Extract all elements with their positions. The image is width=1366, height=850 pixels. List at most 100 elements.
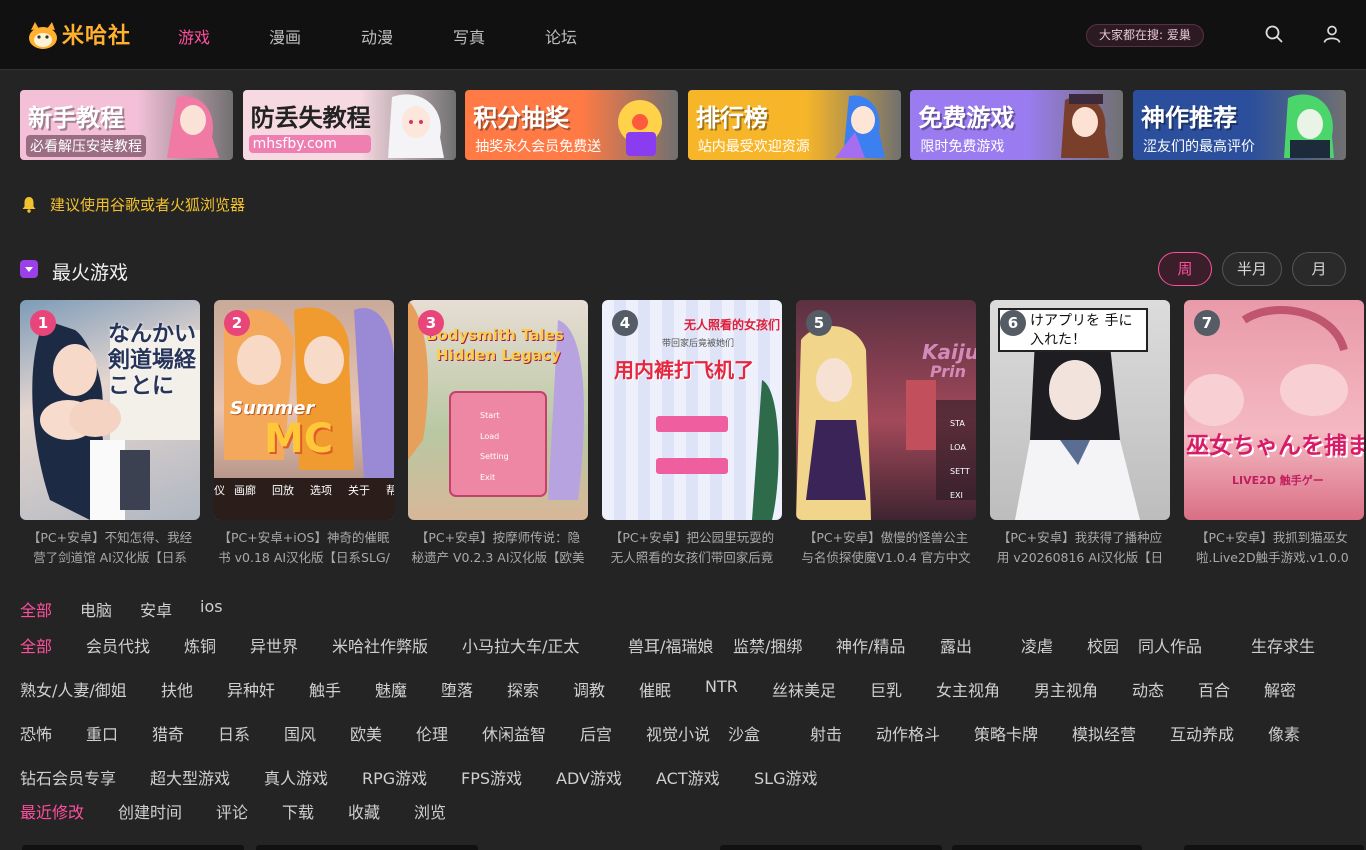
sort-option[interactable]: 创建时间 — [118, 799, 182, 823]
nav-photos[interactable]: 写真 — [453, 24, 485, 48]
banner-masterpieces[interactable]: 神作推荐 涩友们的最高评价 — [1133, 90, 1346, 160]
banner-tutorial[interactable]: 新手教程 必看解压安装教程 — [20, 90, 233, 160]
period-week-button[interactable]: 周 — [1158, 252, 1212, 286]
banner-lottery[interactable]: 积分抽奖 抽奖永久会员免费送 — [465, 90, 679, 160]
category-filter-item[interactable]: 恐怖 — [20, 721, 52, 745]
category-filter-item[interactable]: 钻石会员专享 — [20, 765, 116, 789]
game-thumbnail[interactable]: Kaiju Prin STA LOA SETT EXI 5 — [796, 300, 976, 520]
category-filter-item[interactable]: 国风 — [284, 721, 316, 745]
category-filter-item[interactable]: 超大型游戏 — [150, 765, 230, 789]
category-filter-item[interactable]: 沙盒 — [728, 721, 760, 745]
category-filter-item[interactable]: 兽耳/福瑞娘 — [628, 633, 713, 657]
category-filter-item[interactable]: ADV游戏 — [556, 765, 622, 789]
category-filter-item[interactable]: 动态 — [1132, 677, 1164, 701]
category-filter-item[interactable]: 扶他 — [161, 677, 193, 701]
game-thumbnail[interactable]: けアプリを 手に入れた！ 6 — [990, 300, 1170, 520]
category-filter-item[interactable]: 露出 — [940, 633, 972, 657]
game-title[interactable]: 【PC+安卓】不知怎得、我经 营了剑道馆 AI汉化版【日系 — [20, 528, 200, 570]
game-title[interactable]: 【PC+安卓】按摩师传说：隐 秘遗产 V0.2.3 AI汉化版【欧美 — [408, 528, 588, 570]
category-filter-item[interactable]: 校园 — [1087, 633, 1119, 657]
sort-option[interactable]: 收藏 — [348, 799, 380, 823]
hot-search-pill[interactable]: 大家都在搜: 爱巢 — [1086, 24, 1204, 47]
category-filter-item[interactable]: 像素 — [1268, 721, 1300, 745]
category-filter-item[interactable]: SLG游戏 — [754, 765, 817, 789]
category-filter-item[interactable]: 互动养成 — [1170, 721, 1234, 745]
category-filter-item[interactable]: 会员代找 — [86, 633, 150, 657]
game-thumbnail[interactable]: Bodysmith Tales Hidden Legacy Start Load S… — [408, 300, 588, 520]
category-filter-item[interactable]: 后宫 — [580, 721, 612, 745]
user-icon[interactable] — [1322, 24, 1342, 44]
sort-option[interactable]: 最近修改 — [20, 799, 84, 823]
category-filter-item[interactable]: 百合 — [1198, 677, 1230, 701]
game-thumbnail[interactable]: なんかい剣道場経ことに 1 — [20, 300, 200, 520]
category-filter-item[interactable]: 休闲益智 — [482, 721, 546, 745]
platform-filter-item[interactable]: 全部 — [20, 597, 52, 621]
category-filter-item[interactable]: 重口 — [86, 721, 118, 745]
category-filter-item[interactable]: 触手 — [309, 677, 341, 701]
category-filter-item[interactable]: 视觉小说 — [646, 721, 710, 745]
category-filter-item[interactable]: 调教 — [573, 677, 605, 701]
game-thumbnail[interactable]: 无人照看的女孩们 带回家后竟被她们 用内裤打飞机了 4 — [602, 300, 782, 520]
category-filter-item[interactable]: 探索 — [507, 677, 539, 701]
category-filter-item[interactable]: 魅魔 — [375, 677, 407, 701]
sort-option[interactable]: 下载 — [282, 799, 314, 823]
banner-backup-guide[interactable]: 防丢失教程 mhsfby.com — [242, 90, 456, 160]
game-title[interactable]: 【PC+安卓】我获得了播种应用 v20260816 AI汉化版【日 — [990, 528, 1170, 570]
category-filter-item[interactable]: 动作格斗 — [876, 721, 940, 745]
nav-comics[interactable]: 漫画 — [269, 24, 301, 48]
category-filter-item[interactable]: 米哈社作弊版 — [332, 633, 428, 657]
category-filter-item[interactable]: 真人游戏 — [264, 765, 328, 789]
category-filter-item[interactable]: 丝袜美足 — [772, 677, 836, 701]
category-filter-item[interactable]: RPG游戏 — [362, 765, 427, 789]
category-filter-item[interactable]: 生存求生 — [1251, 633, 1315, 657]
game-title[interactable]: 【PC+安卓+iOS】神奇的催眠书 v0.18 AI汉化版【日系SLG/ — [214, 528, 394, 570]
category-filter-item[interactable]: 同人作品 — [1138, 633, 1202, 657]
category-filter-item[interactable]: 熟女/人妻/御姐 — [20, 677, 127, 701]
game-thumbnail[interactable]: 巫女ちゃんを捕ま LIVE2D 触手ゲー 7 — [1184, 300, 1364, 520]
category-filter-item[interactable]: 催眠 — [639, 677, 671, 701]
game-thumbnail[interactable]: Summer MC 仪 画廊 回放 选项 关于 帮 2 — [214, 300, 394, 520]
nav-forum[interactable]: 论坛 — [545, 24, 577, 48]
category-filter-item[interactable]: 策略卡牌 — [974, 721, 1038, 745]
category-filter-item[interactable]: 凌虐 — [1021, 633, 1053, 657]
platform-filter-item[interactable]: ios — [200, 597, 223, 616]
site-logo[interactable]: 米哈社 — [26, 16, 136, 54]
banner-free-games[interactable]: 免费游戏 限时免费游戏 — [910, 90, 1124, 160]
category-filter-item[interactable]: 炼铜 — [184, 633, 216, 657]
category-filter-item[interactable]: 异世界 — [250, 633, 298, 657]
rank-badge: 3 — [418, 310, 444, 336]
nav-anime[interactable]: 动漫 — [361, 24, 393, 48]
search-icon[interactable] — [1264, 24, 1284, 44]
period-month-button[interactable]: 月 — [1292, 252, 1346, 286]
platform-filter-item[interactable]: 安卓 — [140, 597, 172, 621]
category-filter-item[interactable]: 解密 — [1264, 677, 1296, 701]
category-filter-item[interactable]: 射击 — [810, 721, 842, 745]
game-title[interactable]: 【PC+安卓】我抓到猫巫女 啦.Live2D触手游戏.v1.0.0 — [1184, 528, 1366, 570]
game-title[interactable]: 【PC+安卓】把公园里玩耍的 无人照看的女孩们带回家后竟 — [602, 528, 782, 570]
category-filter-item[interactable]: 欧美 — [350, 721, 382, 745]
category-filter-item[interactable]: 伦理 — [416, 721, 448, 745]
period-halfmonth-button[interactable]: 半月 — [1222, 252, 1282, 286]
sort-option[interactable]: 评论 — [216, 799, 248, 823]
category-filter-item[interactable]: 猎奇 — [152, 721, 184, 745]
category-filter-item[interactable]: 日系 — [218, 721, 250, 745]
category-filter-item[interactable]: 男主视角 — [1034, 677, 1098, 701]
nav-games[interactable]: 游戏 — [178, 24, 210, 48]
category-filter-item[interactable]: 神作/精品 — [836, 633, 905, 657]
category-filter-item[interactable]: 堕落 — [441, 677, 473, 701]
category-filter-item[interactable]: 异种奸 — [227, 677, 275, 701]
category-filter-item[interactable]: 全部 — [20, 633, 52, 657]
banner-subtitle: 限时免费游戏 — [920, 139, 1005, 155]
category-filter-item[interactable]: FPS游戏 — [461, 765, 522, 789]
category-filter-item[interactable]: NTR — [705, 677, 738, 696]
category-filter-item[interactable]: 小马拉大车/正太 — [462, 633, 579, 657]
category-filter-item[interactable]: 监禁/捆绑 — [733, 633, 802, 657]
category-filter-item[interactable]: 女主视角 — [936, 677, 1000, 701]
category-filter-item[interactable]: 巨乳 — [870, 677, 902, 701]
banner-ranking[interactable]: 排行榜 站内最受欢迎资源 — [687, 90, 901, 160]
category-filter-item[interactable]: 模拟经营 — [1072, 721, 1136, 745]
category-filter-item[interactable]: ACT游戏 — [656, 765, 720, 789]
platform-filter-item[interactable]: 电脑 — [80, 597, 112, 621]
game-title[interactable]: 【PC+安卓】傲慢的怪兽公主 与名侦探使魔V1.0.4 官方中文 — [796, 528, 976, 570]
sort-option[interactable]: 浏览 — [414, 799, 446, 823]
